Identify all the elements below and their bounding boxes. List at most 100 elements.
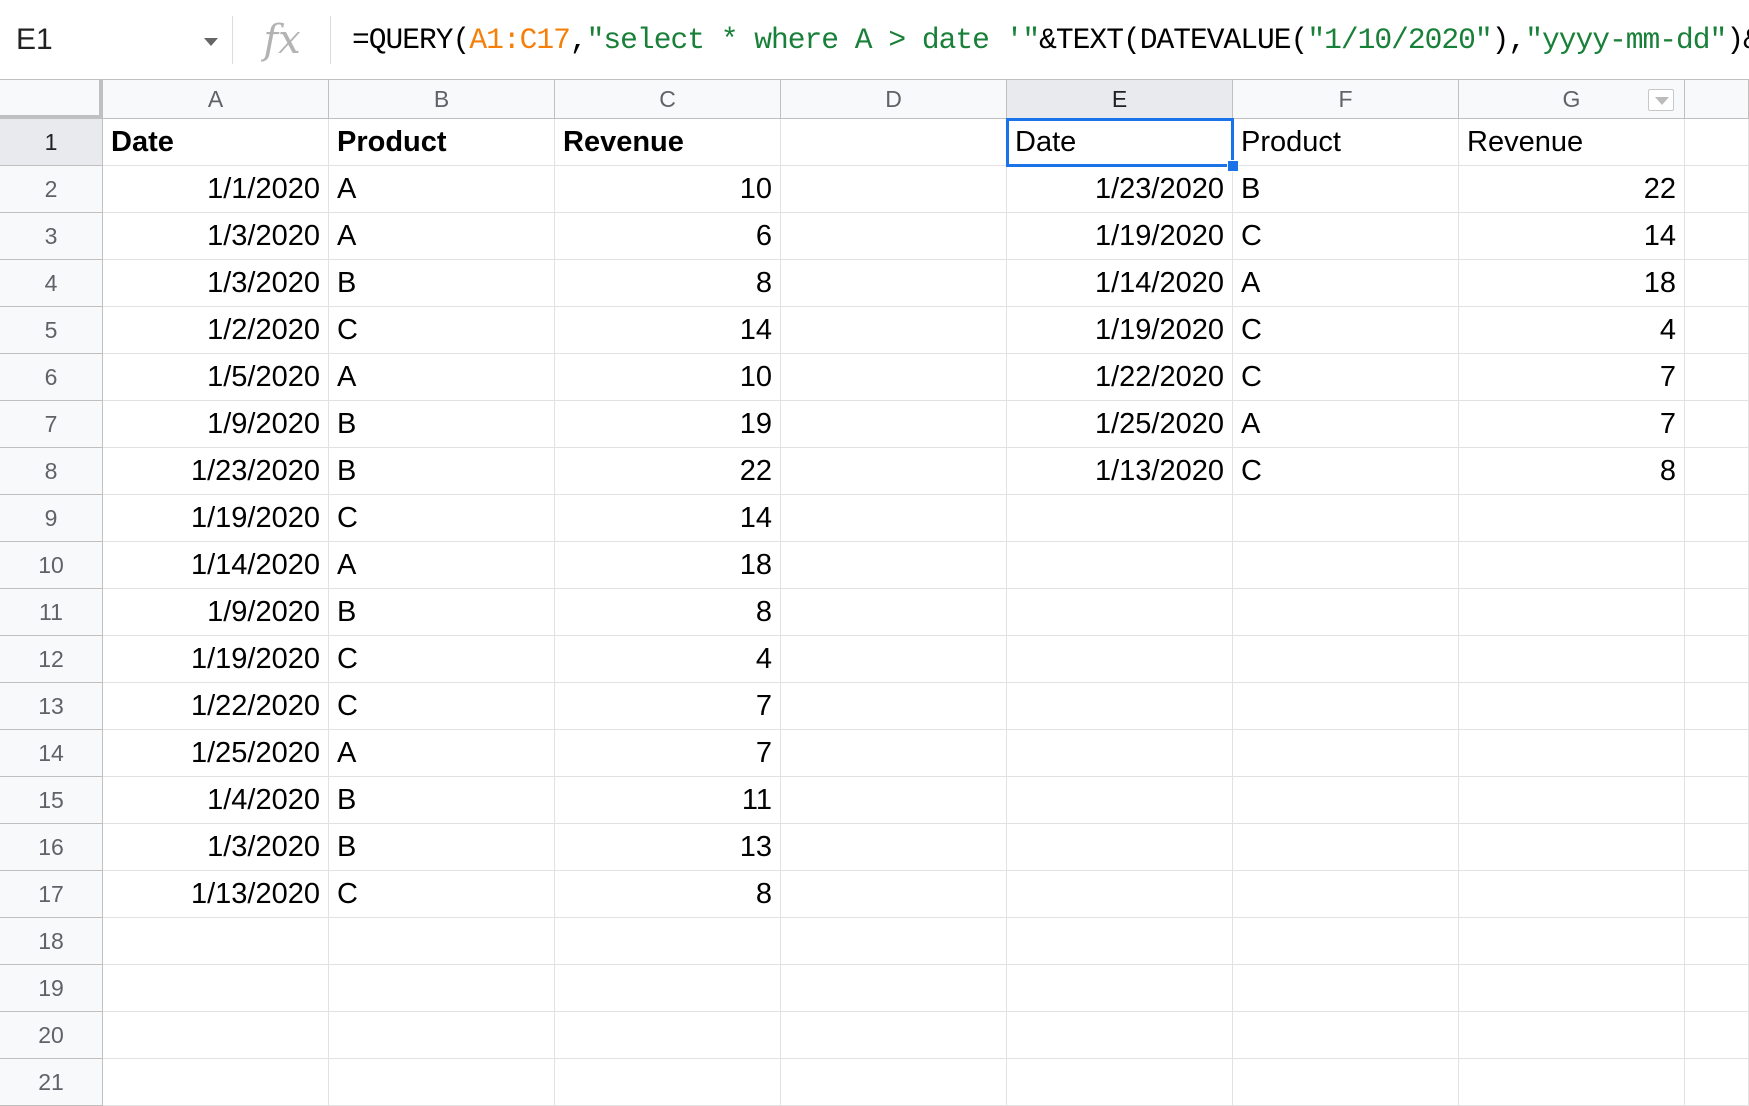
data-cell[interactable]: 1/13/2020 — [1007, 448, 1233, 495]
select-all-corner[interactable] — [0, 80, 103, 119]
cell[interactable] — [329, 1012, 555, 1059]
cell[interactable] — [1459, 589, 1685, 636]
cell[interactable] — [1685, 918, 1749, 965]
data-cell[interactable]: 1/14/2020 — [103, 542, 329, 589]
data-cell[interactable]: 1/14/2020 — [1007, 260, 1233, 307]
cell[interactable] — [781, 260, 1007, 307]
cell[interactable] — [1685, 119, 1749, 166]
row-header-6[interactable]: 6 — [0, 354, 103, 401]
cell[interactable] — [1459, 777, 1685, 824]
column-header-f[interactable]: F — [1233, 80, 1459, 119]
data-cell[interactable]: B — [329, 448, 555, 495]
data-cell[interactable]: 1/3/2020 — [103, 260, 329, 307]
cell[interactable] — [329, 965, 555, 1012]
cell[interactable] — [1233, 871, 1459, 918]
cell[interactable] — [1685, 871, 1749, 918]
cell[interactable] — [1233, 683, 1459, 730]
cell[interactable] — [781, 448, 1007, 495]
data-cell[interactable]: 14 — [1459, 213, 1685, 260]
cell[interactable] — [1685, 1059, 1749, 1106]
data-cell[interactable]: 1/2/2020 — [103, 307, 329, 354]
cell[interactable] — [1685, 307, 1749, 354]
data-cell[interactable]: 1/19/2020 — [1007, 307, 1233, 354]
cell[interactable] — [1007, 871, 1233, 918]
header-cell[interactable]: Date — [103, 119, 329, 166]
row-header-7[interactable]: 7 — [0, 401, 103, 448]
row-header-13[interactable]: 13 — [0, 683, 103, 730]
cell[interactable] — [1685, 213, 1749, 260]
data-cell[interactable]: 4 — [555, 636, 781, 683]
data-cell[interactable]: B — [329, 777, 555, 824]
data-cell[interactable]: 1/1/2020 — [103, 166, 329, 213]
cell[interactable] — [1685, 777, 1749, 824]
cell[interactable] — [1685, 166, 1749, 213]
cell[interactable] — [103, 1059, 329, 1106]
cell[interactable] — [781, 1012, 1007, 1059]
cell[interactable] — [1007, 1059, 1233, 1106]
cell[interactable] — [1459, 824, 1685, 871]
cell[interactable] — [1459, 730, 1685, 777]
cell[interactable] — [1233, 495, 1459, 542]
data-cell[interactable]: 22 — [555, 448, 781, 495]
name-box[interactable]: E1 — [0, 8, 232, 72]
cell[interactable] — [1459, 965, 1685, 1012]
cell[interactable] — [1459, 1059, 1685, 1106]
data-cell[interactable]: B — [329, 260, 555, 307]
data-cell[interactable]: 8 — [555, 871, 781, 918]
data-cell[interactable]: A — [1233, 260, 1459, 307]
data-cell[interactable]: A — [329, 213, 555, 260]
cell[interactable] — [1233, 777, 1459, 824]
cell[interactable] — [781, 824, 1007, 871]
cell[interactable] — [781, 589, 1007, 636]
cell[interactable] — [1233, 636, 1459, 683]
data-cell[interactable]: C — [329, 871, 555, 918]
data-cell[interactable]: 1/19/2020 — [1007, 213, 1233, 260]
row-header-16[interactable]: 16 — [0, 824, 103, 871]
data-cell[interactable]: 14 — [555, 495, 781, 542]
row-header-11[interactable]: 11 — [0, 589, 103, 636]
cell[interactable] — [781, 918, 1007, 965]
cell[interactable] — [555, 918, 781, 965]
data-cell[interactable]: 19 — [555, 401, 781, 448]
cell[interactable] — [1459, 683, 1685, 730]
data-cell[interactable]: C — [329, 683, 555, 730]
cell[interactable] — [1685, 589, 1749, 636]
row-header-15[interactable]: 15 — [0, 777, 103, 824]
row-header-2[interactable]: 2 — [0, 166, 103, 213]
data-cell[interactable]: 1/13/2020 — [103, 871, 329, 918]
cell[interactable] — [1007, 777, 1233, 824]
row-header-9[interactable]: 9 — [0, 495, 103, 542]
data-cell[interactable]: 1/25/2020 — [1007, 401, 1233, 448]
cell[interactable] — [781, 213, 1007, 260]
cell[interactable] — [781, 636, 1007, 683]
cell[interactable] — [781, 777, 1007, 824]
data-cell[interactable]: C — [329, 495, 555, 542]
data-cell[interactable]: 13 — [555, 824, 781, 871]
data-cell[interactable]: C — [329, 636, 555, 683]
data-cell[interactable]: 7 — [1459, 354, 1685, 401]
data-cell[interactable]: B — [329, 401, 555, 448]
filter-icon[interactable] — [1648, 89, 1674, 111]
cell[interactable] — [1685, 354, 1749, 401]
row-header-1[interactable]: 1 — [0, 119, 103, 166]
row-header-21[interactable]: 21 — [0, 1059, 103, 1106]
cell[interactable] — [1685, 824, 1749, 871]
cell[interactable] — [781, 401, 1007, 448]
cell[interactable] — [1233, 1012, 1459, 1059]
cell[interactable] — [555, 1059, 781, 1106]
formula-input[interactable]: =QUERY(A1:C17,"select * where A > date '… — [352, 20, 1749, 60]
cell[interactable] — [781, 730, 1007, 777]
cell[interactable] — [1007, 965, 1233, 1012]
data-cell[interactable]: 1/4/2020 — [103, 777, 329, 824]
data-cell[interactable]: 4 — [1459, 307, 1685, 354]
cell[interactable] — [1233, 542, 1459, 589]
row-header-19[interactable]: 19 — [0, 965, 103, 1012]
cell[interactable] — [1007, 636, 1233, 683]
data-cell[interactable]: 8 — [555, 589, 781, 636]
header-cell[interactable]: Date — [1007, 119, 1233, 166]
column-header-c[interactable]: C — [555, 80, 781, 119]
data-cell[interactable]: 1/5/2020 — [103, 354, 329, 401]
cell[interactable] — [1007, 918, 1233, 965]
cell[interactable] — [1685, 683, 1749, 730]
data-cell[interactable]: 7 — [1459, 401, 1685, 448]
